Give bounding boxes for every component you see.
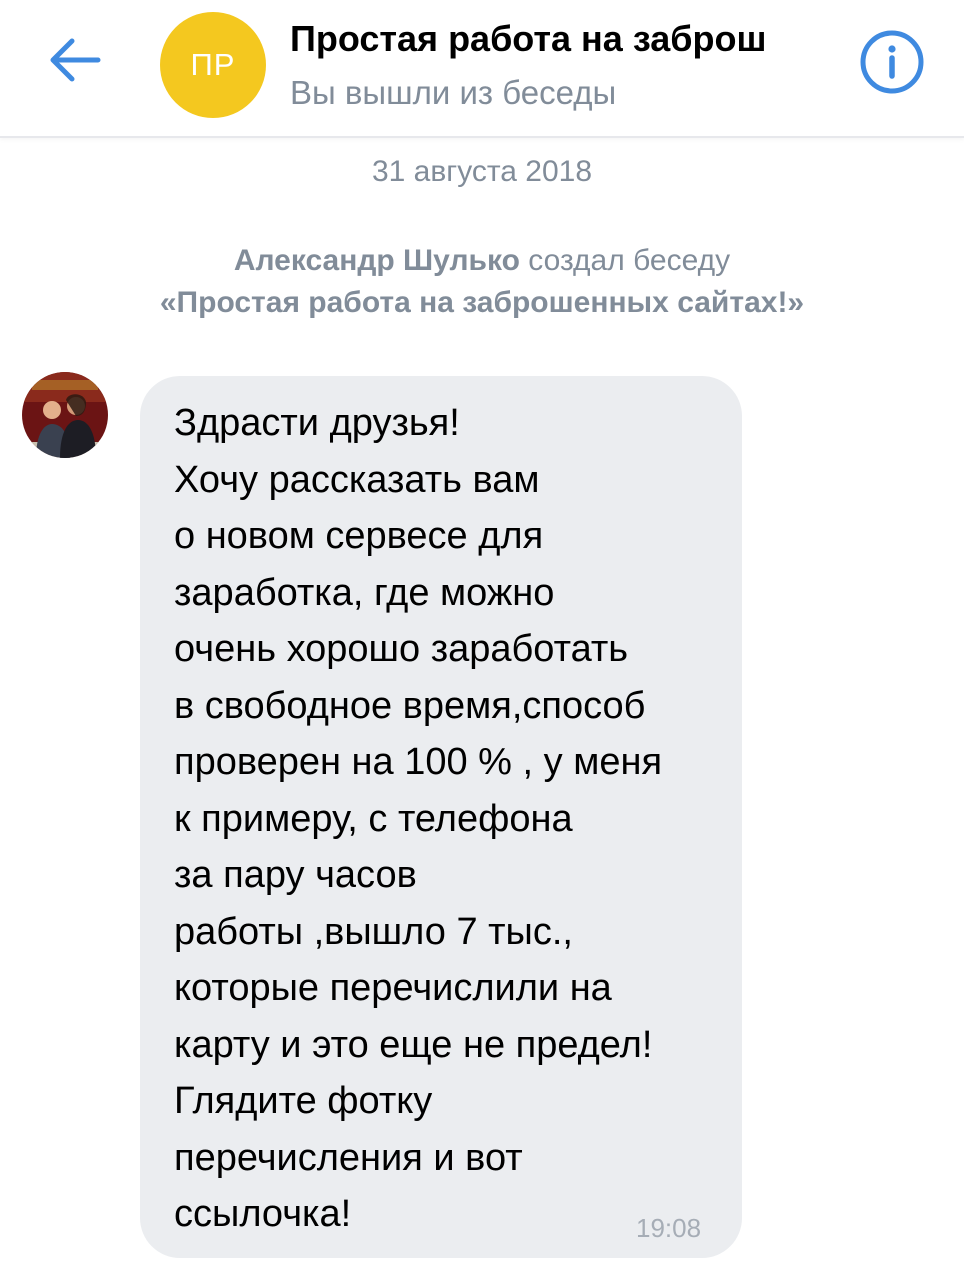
date-separator: 31 августа 2018 (371, 155, 593, 188)
chat-status: Вы вышли из беседы (290, 74, 617, 111)
arrow-left-icon[interactable] (44, 32, 104, 88)
chat-avatar-initials: ПР (190, 47, 236, 82)
service-message: Александр Шулько создал беседу «Простая … (60, 240, 904, 324)
service-message-author[interactable]: Александр Шулько (234, 244, 520, 277)
service-message-action: создал беседу (528, 244, 731, 277)
message-text: Здрасти друзья! Хочу рассказать вам о но… (174, 402, 663, 1235)
user-photo-avatar[interactable] (22, 372, 108, 458)
service-message-chat-name: «Простая работа на заброшенных сайтах!» (159, 286, 805, 319)
chat-avatar[interactable]: ПР (160, 12, 266, 118)
chat-title[interactable]: Простая работа на заброш (290, 18, 838, 60)
message-timestamp: 19:08 (636, 1213, 702, 1243)
chat-header: ПР Простая работа на заброш Вы вышли из … (0, 0, 964, 138)
info-icon[interactable] (858, 28, 926, 96)
